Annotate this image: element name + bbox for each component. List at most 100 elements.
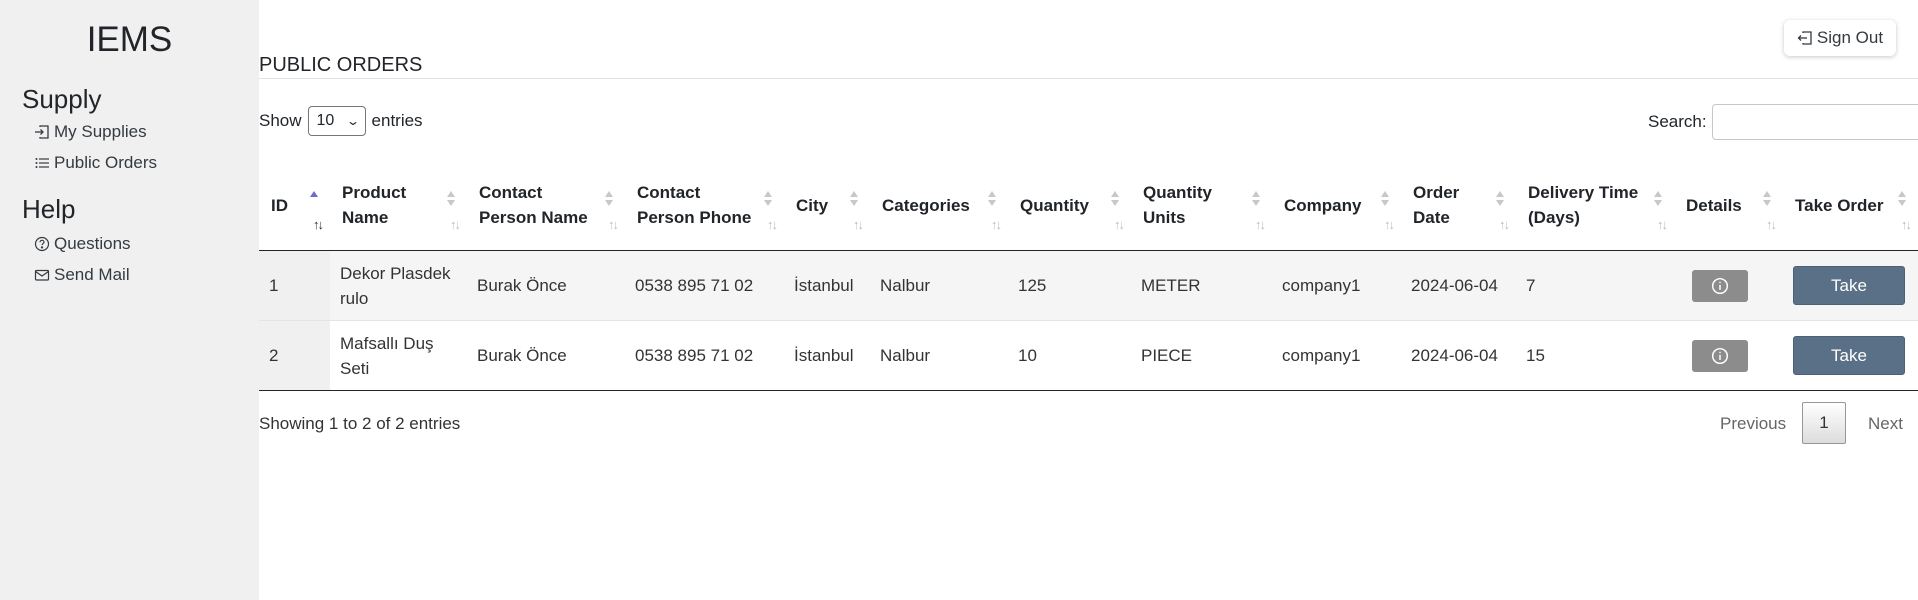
- cell-delivery-days: 7: [1516, 250, 1674, 321]
- column-header-label: Categories: [882, 195, 970, 215]
- sidebar: IEMS Supply My Supplies Public Orders He…: [0, 0, 259, 600]
- cell-details: [1674, 320, 1783, 391]
- sidebar-item-send-mail[interactable]: Send Mail: [34, 265, 130, 285]
- sort-arrows-icon: ↑↓: [1766, 217, 1777, 232]
- orders-table: ID ↑↓ Product Name ↑↓ Contact Person Nam…: [259, 160, 1918, 391]
- sort-arrows-icon: ↑↓: [853, 217, 864, 232]
- column-header-quantity-units[interactable]: Quantity Units ↑↓: [1131, 160, 1272, 251]
- sidebar-item-my-supplies[interactable]: My Supplies: [34, 122, 147, 142]
- cell-city: İstanbul: [784, 250, 870, 321]
- column-header-label: Take Order: [1795, 195, 1884, 215]
- table-row: 1 Dekor Plasdek rulo Burak Önce 0538 895…: [259, 250, 1918, 321]
- sidebar-item-label: My Supplies: [54, 122, 147, 141]
- sign-out-button[interactable]: Sign Out: [1784, 20, 1896, 56]
- sort-arrows-icon: ↑↓: [767, 217, 778, 232]
- take-order-button[interactable]: Take: [1793, 266, 1905, 305]
- column-header-details[interactable]: Details ↑↓: [1674, 160, 1783, 251]
- column-header-label: Quantity: [1020, 195, 1089, 215]
- cell-delivery-days: 15: [1516, 320, 1674, 391]
- cell-city: İstanbul: [784, 320, 870, 391]
- details-button[interactable]: [1692, 269, 1748, 302]
- take-order-button[interactable]: Take: [1793, 336, 1905, 375]
- info-circle-icon: [1711, 347, 1729, 364]
- section-title-help: Help: [22, 194, 76, 224]
- cell-contact-name: Burak Önce: [467, 250, 625, 321]
- sort-arrows-icon: ↑↓: [313, 217, 324, 232]
- cell-unit: PIECE: [1131, 320, 1272, 391]
- cell-order-date: 2024-06-04: [1401, 320, 1516, 391]
- cell-take-order: Take: [1783, 250, 1918, 321]
- column-header-id[interactable]: ID ↑↓: [259, 160, 330, 251]
- column-header-label: Delivery Time (Days): [1528, 183, 1639, 227]
- table-info: Showing 1 to 2 of 2 entries: [259, 414, 461, 433]
- entries-label: entries: [371, 111, 423, 130]
- column-header-label: Order Date: [1413, 183, 1460, 227]
- sidebar-item-label: Send Mail: [54, 265, 130, 284]
- page-title: PUBLIC ORDERS: [259, 54, 423, 76]
- box-arrow-left-icon: [1797, 31, 1812, 45]
- sidebar-item-questions[interactable]: Questions: [34, 234, 131, 254]
- sort-arrows-icon: ↑↓: [608, 217, 619, 232]
- title-divider: [259, 78, 1918, 79]
- sort-arrows-icon: ↑↓: [1499, 217, 1510, 232]
- sidebar-item-public-orders[interactable]: Public Orders: [34, 153, 157, 173]
- pagination-previous[interactable]: Previous: [1720, 414, 1786, 434]
- cell-id: 1: [259, 250, 330, 321]
- cell-take-order: Take: [1783, 320, 1918, 391]
- page-length-select[interactable]: 10 ⌄: [307, 106, 366, 136]
- column-header-categories[interactable]: Categories ↑↓: [870, 160, 1008, 251]
- column-header-label: Contact Person Name: [479, 183, 588, 227]
- cell-contact-name: Burak Önce: [467, 320, 625, 391]
- page-length-control: Show 10 ⌄ entries: [259, 104, 423, 138]
- sidebar-item-label: Public Orders: [54, 153, 157, 172]
- search-input[interactable]: [1712, 104, 1918, 140]
- sort-arrows-icon: ↑↓: [991, 217, 1002, 232]
- column-header-label: Contact Person Phone: [637, 183, 752, 227]
- sign-out-label: Sign Out: [1816, 28, 1884, 47]
- details-button[interactable]: [1692, 339, 1748, 372]
- sort-arrows-icon: ↑↓: [1114, 217, 1125, 232]
- cell-company: company1: [1272, 250, 1401, 321]
- column-header-order-date[interactable]: Order Date ↑↓: [1401, 160, 1516, 251]
- search-label: Search:: [1648, 112, 1707, 131]
- column-header-contact-person-name[interactable]: Contact Person Name ↑↓: [467, 160, 625, 251]
- cell-category: Nalbur: [870, 320, 1008, 391]
- sort-arrows-icon: ↑↓: [1255, 217, 1266, 232]
- column-header-take-order[interactable]: Take Order ↑↓: [1783, 160, 1918, 251]
- column-header-delivery-time[interactable]: Delivery Time (Days) ↑↓: [1516, 160, 1674, 251]
- column-header-label: Product Name: [342, 183, 407, 227]
- page-length-value: 10: [316, 112, 335, 129]
- show-label: Show: [259, 111, 302, 130]
- column-header-contact-person-phone[interactable]: Contact Person Phone ↑↓: [625, 160, 784, 251]
- column-header-city[interactable]: City ↑↓: [784, 160, 870, 251]
- pagination-page-1[interactable]: 1: [1802, 402, 1846, 444]
- cell-category: Nalbur: [870, 250, 1008, 321]
- column-header-label: Details: [1686, 195, 1742, 215]
- column-header-quantity[interactable]: Quantity ↑↓: [1008, 160, 1131, 251]
- cell-quantity: 10: [1008, 320, 1131, 391]
- info-circle-icon: [1711, 277, 1729, 294]
- chevron-down-icon: ⌄: [346, 114, 361, 128]
- sort-arrows-icon: ↑↓: [1901, 217, 1912, 232]
- column-header-label: Quantity Units: [1143, 183, 1212, 227]
- envelope-icon: [34, 269, 50, 281]
- list-icon: [35, 158, 49, 168]
- cell-unit: METER: [1131, 250, 1272, 321]
- table-row: 2 Mafsallı Duş Seti Burak Önce 0538 895 …: [259, 320, 1918, 391]
- column-header-company[interactable]: Company ↑↓: [1272, 160, 1401, 251]
- cell-product-name: Dekor Plasdek rulo: [330, 250, 467, 321]
- column-header-label: City: [796, 195, 829, 215]
- column-header-label: ID: [271, 195, 288, 215]
- app-title: IEMS: [86, 20, 173, 59]
- column-header-product-name[interactable]: Product Name ↑↓: [330, 160, 467, 251]
- pagination-next[interactable]: Next: [1868, 414, 1903, 434]
- question-circle-icon: [34, 236, 50, 252]
- column-header-label: Company: [1284, 195, 1362, 215]
- cell-phone: 0538 895 71 02: [625, 320, 784, 391]
- sort-arrows-icon: ↑↓: [450, 217, 461, 232]
- table-header-row: ID ↑↓ Product Name ↑↓ Contact Person Nam…: [259, 160, 1918, 251]
- sidebar-item-label: Questions: [54, 234, 131, 253]
- cell-company: company1: [1272, 320, 1401, 391]
- cell-id: 2: [259, 320, 330, 391]
- cell-phone: 0538 895 71 02: [625, 250, 784, 321]
